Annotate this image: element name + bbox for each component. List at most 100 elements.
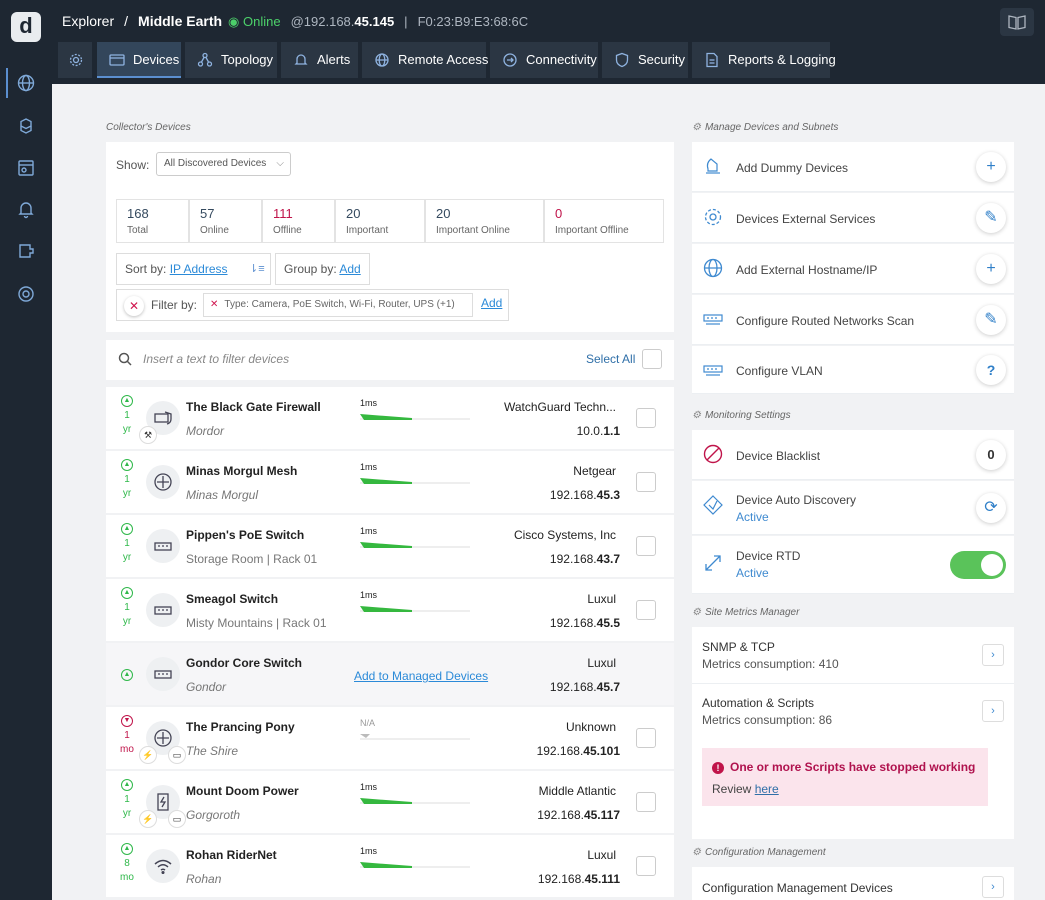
- device-ip-suffix: 1.1: [603, 424, 620, 438]
- add-external-hostname-label: Add External Hostname/IP: [736, 263, 878, 277]
- device-ip: 192.168.45.111: [538, 872, 620, 886]
- add-external-hostname-item[interactable]: Add External Hostname/IP +: [692, 244, 1014, 294]
- tab-alerts-label: Alerts: [317, 52, 351, 67]
- uptime-unit: yr: [122, 808, 132, 819]
- breadcrumb-app[interactable]: Explorer: [62, 13, 114, 29]
- device-ip-prefix: 10.0.: [576, 424, 604, 438]
- rtd-label: 1ms: [360, 590, 378, 600]
- device-checkbox[interactable]: [636, 472, 656, 492]
- tab-connectivity-label: Connectivity: [526, 52, 597, 67]
- blacklist-count-button[interactable]: 0: [976, 440, 1006, 470]
- device-row[interactable]: ▼ 1 mo ⚡ ▭ The Prancing Pony The Shire N/A…: [106, 707, 674, 769]
- snmp-tcp-chevron-button[interactable]: ›: [982, 644, 1004, 666]
- stat-offline[interactable]: 111 Offline: [262, 199, 335, 243]
- add-dummy-devices-item[interactable]: Add Dummy Devices +: [692, 142, 1014, 192]
- edit-external-services-button[interactable]: ✎: [976, 203, 1006, 233]
- tab-security[interactable]: Security: [602, 42, 688, 78]
- edit-routed-networks-button[interactable]: ✎: [976, 305, 1006, 335]
- uptime-value: 1: [124, 794, 130, 805]
- automation-scripts-chevron-button[interactable]: ›: [982, 700, 1004, 722]
- configure-routed-networks-item[interactable]: Configure Routed Networks Scan ✎: [692, 295, 1014, 345]
- configuration-management-chevron-button[interactable]: ›: [982, 876, 1004, 898]
- bell-icon[interactable]: [16, 199, 36, 219]
- stat-total[interactable]: 168 Total: [116, 199, 189, 243]
- tab-settings[interactable]: [58, 42, 92, 78]
- logo[interactable]: d: [11, 12, 41, 42]
- configuration-management-item[interactable]: Configuration Management Devices ›: [692, 867, 1014, 900]
- stat-important-online[interactable]: 20 Important Online: [425, 199, 544, 243]
- sort-value-link[interactable]: IP Address: [170, 262, 228, 276]
- stat-important[interactable]: 20 Important: [335, 199, 425, 243]
- device-row[interactable]: ▲ 1 yr Smeagol Switch Misty Mountains | Ra…: [106, 579, 674, 641]
- stat-important-offline-value: 0: [555, 206, 563, 221]
- up-arrow-icon: ▲: [121, 395, 133, 407]
- stat-important-online-value: 20: [436, 206, 451, 221]
- rtd-toggle[interactable]: [950, 551, 1006, 579]
- devices-icon: [109, 54, 125, 66]
- vlan-help-button[interactable]: ?: [976, 355, 1006, 385]
- device-row[interactable]: ▲ 1 yr ⚒ The Black Gate Firewall Mordor 1m…: [106, 387, 674, 449]
- configure-vlan-item[interactable]: Configure VLAN ?: [692, 346, 1014, 394]
- filter-chip[interactable]: ✕ Type: Camera, PoE Switch, Wi-Fi, Router…: [203, 293, 473, 317]
- top-bar: Explorer / Middle Earth ◉ Online @192.168.45…: [52, 0, 1045, 84]
- tab-topology[interactable]: Topology: [185, 42, 277, 78]
- stat-online[interactable]: 57 Online: [189, 199, 262, 243]
- device-ip: 192.168.43.7: [550, 552, 620, 566]
- device-row[interactable]: ▲ 1 yr ⚡ ▭ Mount Doom Power Gorgoroth 1ms …: [106, 771, 674, 833]
- tab-reports-logging[interactable]: Reports & Logging: [692, 42, 836, 78]
- cubes-icon[interactable]: [16, 116, 36, 136]
- review-here-link[interactable]: here: [755, 782, 779, 796]
- rtd-label: 1ms: [360, 846, 378, 856]
- dashboard-icon[interactable]: [16, 158, 36, 178]
- section-site-metrics-label: Site Metrics Manager: [704, 607, 800, 618]
- tab-remote-access-label: Remote Access: [398, 52, 489, 67]
- filter-label: Filter by:: [151, 298, 198, 312]
- filter-add-link[interactable]: Add: [481, 290, 502, 316]
- tab-devices[interactable]: Devices: [97, 42, 181, 78]
- network-icon: [703, 365, 723, 376]
- configure-vlan-label: Configure VLAN: [736, 364, 823, 378]
- devices-external-services-item[interactable]: Devices External Services ✎: [692, 193, 1014, 243]
- section-monitoring-settings: ⚙ Monitoring Settings: [692, 410, 791, 421]
- tab-remote-access[interactable]: Remote Access: [362, 42, 489, 78]
- power-icon: ⚡: [139, 746, 157, 764]
- tab-alerts[interactable]: Alerts: [281, 42, 358, 78]
- show-select[interactable]: All Discovered Devices ⌵: [156, 152, 291, 176]
- remove-filter-icon[interactable]: ✕: [124, 296, 144, 316]
- group-add-link[interactable]: Add: [339, 262, 360, 276]
- device-row[interactable]: ▲ Gondor Core Switch Gondor Add to Manag…: [106, 643, 674, 705]
- device-checkbox[interactable]: [636, 792, 656, 812]
- device-blacklist-item[interactable]: Device Blacklist 0: [692, 430, 1014, 480]
- device-row[interactable]: ▲ 1 yr Pippen's PoE Switch Storage Room | …: [106, 515, 674, 577]
- stat-offline-value: 111: [273, 206, 293, 221]
- sort-direction-icon[interactable]: ⇂≡: [249, 254, 265, 284]
- select-all-label[interactable]: Select All: [586, 352, 635, 366]
- device-rtd-item[interactable]: Device RTD Active: [692, 536, 1014, 594]
- device-checkbox[interactable]: [636, 408, 656, 428]
- device-row[interactable]: ▲ 8 mo Rohan RiderNet Rohan 1ms Luxul 192.…: [106, 835, 674, 897]
- show-label: Show:: [116, 158, 150, 172]
- stat-important-offline[interactable]: 0 Important Offline: [544, 199, 664, 243]
- tab-connectivity[interactable]: Connectivity: [490, 42, 598, 78]
- refresh-discovery-button[interactable]: ⟳: [976, 493, 1006, 523]
- automation-scripts-title: Automation & Scripts: [702, 696, 815, 710]
- puzzle-icon[interactable]: [16, 241, 36, 261]
- add-external-hostname-button[interactable]: +: [976, 254, 1006, 284]
- device-checkbox[interactable]: [636, 728, 656, 748]
- device-auto-discovery-item[interactable]: Device Auto Discovery Active ⟳: [692, 481, 1014, 535]
- add-dummy-devices-button[interactable]: +: [976, 152, 1006, 182]
- device-name: Rohan RiderNet: [186, 848, 277, 862]
- select-all-checkbox[interactable]: [642, 349, 662, 369]
- device-checkbox[interactable]: [636, 600, 656, 620]
- device-checkbox[interactable]: [636, 856, 656, 876]
- stat-total-label: Total: [127, 225, 149, 236]
- device-checkbox[interactable]: [636, 536, 656, 556]
- book-icon[interactable]: [1000, 8, 1034, 36]
- support-icon[interactable]: [16, 284, 36, 304]
- device-search[interactable]: Insert a text to filter devices Select A…: [106, 340, 674, 380]
- automation-scripts-consumption: Metrics consumption: 86: [702, 713, 833, 727]
- globe-icon[interactable]: [16, 73, 36, 93]
- add-to-managed-devices-link[interactable]: Add to Managed Devices: [354, 669, 488, 683]
- device-row[interactable]: ▲ 1 yr Minas Morgul Mesh Minas Morgul 1ms …: [106, 451, 674, 513]
- remove-chip-icon[interactable]: ✕: [210, 299, 218, 310]
